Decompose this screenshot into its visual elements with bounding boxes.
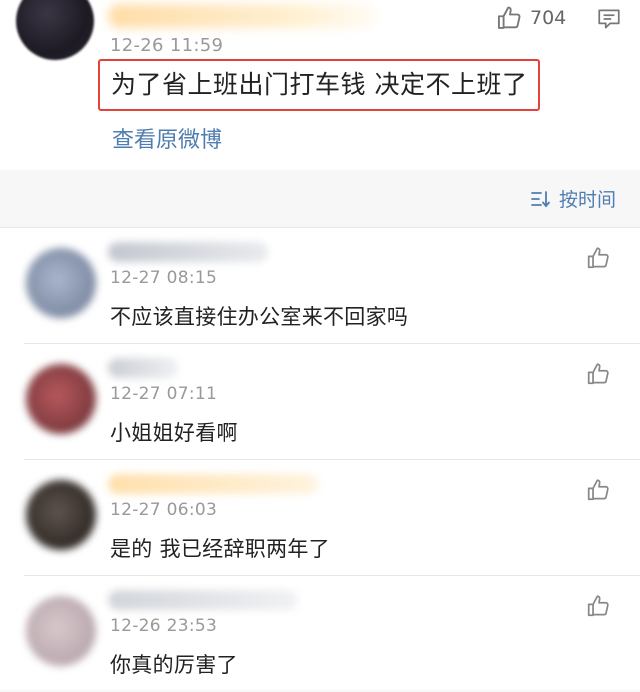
thumbs-up-icon bbox=[497, 6, 521, 29]
commenter-avatar[interactable] bbox=[26, 364, 96, 434]
post-time: 12-26 11:59 bbox=[110, 35, 224, 56]
comment-like-button[interactable] bbox=[586, 477, 612, 507]
original-post: 12-26 11:59 704 为了省上班出门打车钱 决定不上班了 查看原微博 bbox=[0, 0, 640, 170]
comment-item: 12-27 06:03 是的 我已经辞职两年了 bbox=[0, 460, 640, 576]
sort-icon bbox=[531, 190, 550, 207]
post-comment-button[interactable] bbox=[596, 6, 622, 36]
post-like-button[interactable]: 704 bbox=[496, 4, 566, 32]
sort-by-time-button[interactable]: 按时间 bbox=[531, 185, 616, 212]
comment-item: 12-26 23:53 你真的厉害了 bbox=[0, 576, 640, 692]
comment-item: 12-27 07:11 小姐姐好看啊 bbox=[0, 344, 640, 460]
commenter-name-blurred[interactable] bbox=[108, 358, 178, 378]
post-content-highlighted: 为了省上班出门打车钱 决定不上班了 bbox=[98, 59, 541, 111]
comment-like-button[interactable] bbox=[586, 593, 612, 623]
commenter-avatar[interactable] bbox=[26, 248, 96, 318]
commenter-name-blurred[interactable] bbox=[108, 474, 318, 494]
post-author-name-blurred[interactable] bbox=[108, 4, 378, 28]
comment-time: 12-27 06:03 bbox=[110, 500, 218, 520]
comment-item: 12-27 08:15 不应该直接住办公室来不回家吗 bbox=[0, 228, 640, 344]
view-original-weibo-link[interactable]: 查看原微博 bbox=[112, 122, 222, 154]
comment-time: 12-27 08:15 bbox=[110, 268, 218, 288]
commenter-avatar[interactable] bbox=[26, 480, 96, 550]
comment-text: 是的 我已经辞职两年了 bbox=[110, 537, 330, 561]
comment-time: 12-26 23:53 bbox=[110, 616, 218, 636]
commenter-avatar[interactable] bbox=[26, 596, 96, 666]
comment-text: 你真的厉害了 bbox=[110, 653, 238, 677]
thumbs-up-icon bbox=[587, 247, 609, 269]
commenter-name-blurred[interactable] bbox=[108, 242, 268, 262]
thumbs-up-icon bbox=[587, 595, 609, 617]
post-author-avatar[interactable] bbox=[16, 0, 94, 60]
comment-time: 12-27 07:11 bbox=[110, 384, 218, 404]
sort-label: 按时间 bbox=[558, 189, 616, 211]
comment-like-button[interactable] bbox=[586, 361, 612, 391]
comment-text: 不应该直接住办公室来不回家吗 bbox=[110, 305, 409, 329]
comment-icon bbox=[598, 9, 620, 29]
comment-list: 12-27 08:15 不应该直接住办公室来不回家吗 12-27 07:11 小… bbox=[0, 227, 640, 690]
comment-like-button[interactable] bbox=[586, 245, 612, 275]
thumbs-up-icon bbox=[587, 363, 609, 385]
commenter-name-blurred[interactable] bbox=[108, 590, 298, 610]
comment-text: 小姐姐好看啊 bbox=[110, 421, 238, 445]
post-like-count: 704 bbox=[530, 7, 567, 29]
thumbs-up-icon bbox=[587, 479, 609, 501]
